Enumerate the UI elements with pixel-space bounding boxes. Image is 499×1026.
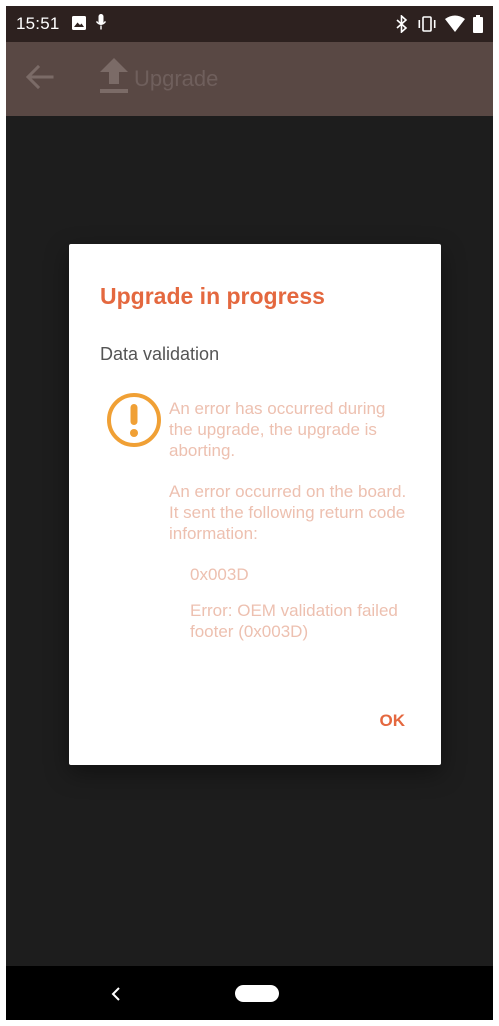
wifi-icon <box>445 15 465 37</box>
dialog-title: Upgrade in progress <box>100 283 325 309</box>
ok-button[interactable]: OK <box>374 707 412 735</box>
back-arrow-icon <box>25 62 55 96</box>
nav-home-icon[interactable] <box>235 985 279 1002</box>
status-time: 15:51 <box>16 14 60 33</box>
status-bar: 15:51 <box>6 6 493 42</box>
back-button[interactable] <box>18 57 62 101</box>
vibrate-icon <box>417 15 437 37</box>
error-detail: Error: OEM validation failed footer (0x0… <box>190 601 398 641</box>
mic-icon <box>95 14 106 34</box>
status-notification-icons <box>71 14 106 34</box>
warning-icon <box>106 392 162 448</box>
battery-icon <box>473 15 483 37</box>
error-message: An error has occurred during the upgrade… <box>169 399 386 460</box>
dialog-subtitle: Data validation <box>100 344 220 364</box>
return-code: 0x003D <box>190 565 249 584</box>
phone-screen: 15:51 Upgrade Upgrade in progress Data v… <box>6 6 493 1020</box>
board-error-message: An error occurred on the board. It sent … <box>169 482 407 543</box>
status-system-icons <box>395 14 483 37</box>
bluetooth-icon <box>395 14 409 37</box>
navigation-bar <box>6 966 493 1020</box>
app-bar-title-group: Upgrade <box>98 57 218 101</box>
image-icon <box>71 15 86 34</box>
upload-icon <box>98 57 130 101</box>
nav-back-icon[interactable] <box>106 982 126 1006</box>
upgrade-dialog: Upgrade in progress Data validation An e… <box>69 244 441 765</box>
app-bar-title: Upgrade <box>134 66 219 91</box>
app-bar: Upgrade <box>6 42 493 116</box>
